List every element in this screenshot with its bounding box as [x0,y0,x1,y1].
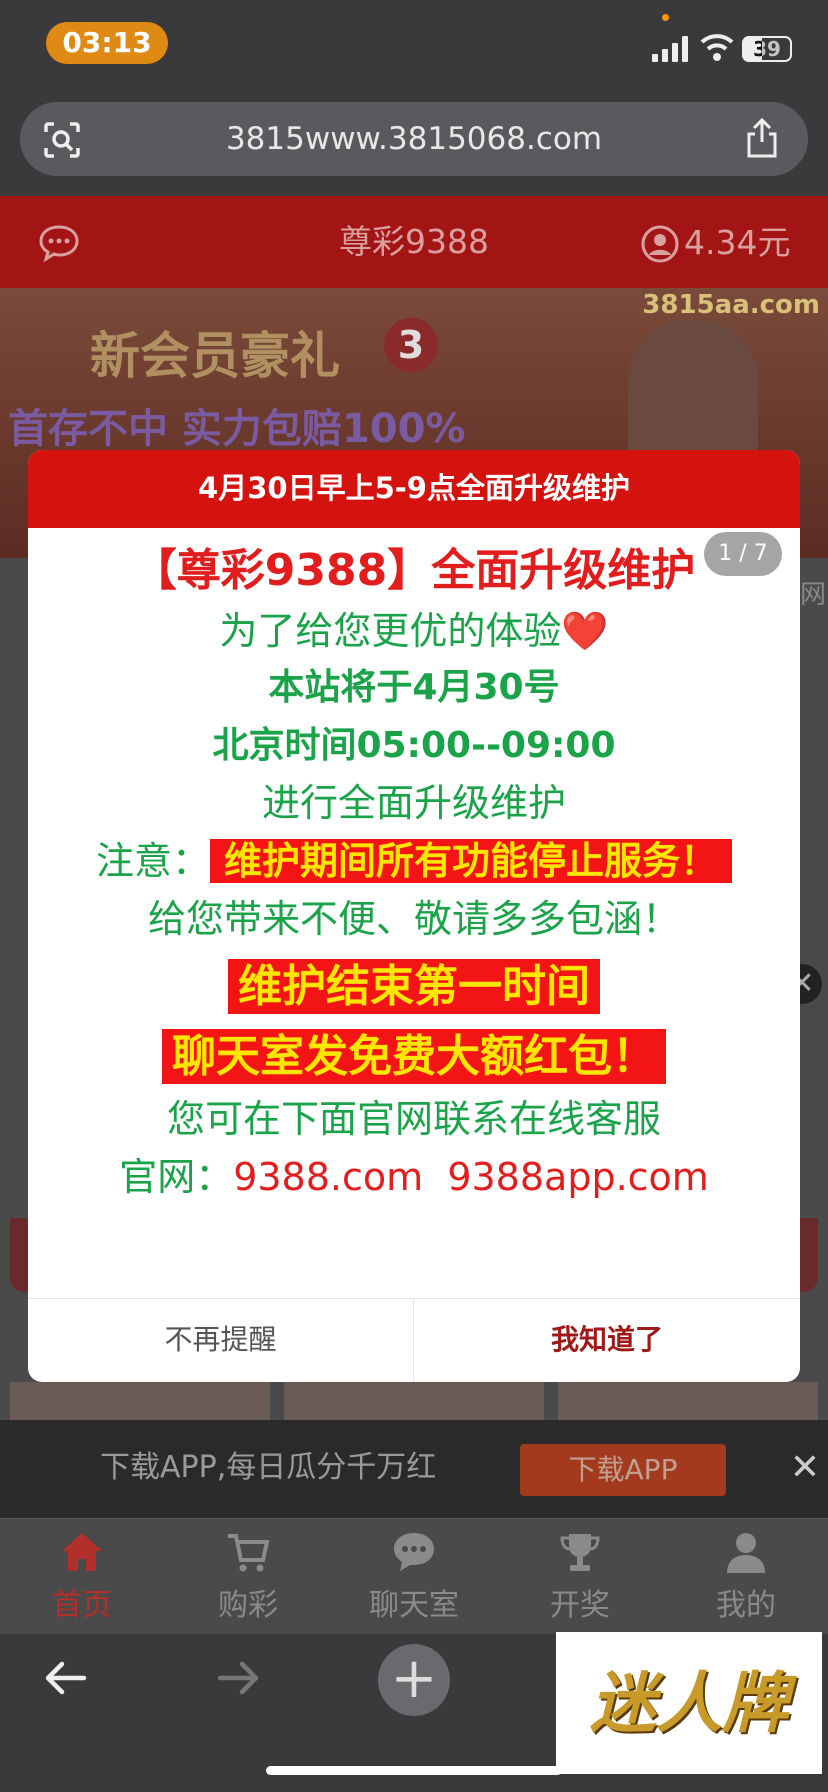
modal-line-experience: 为了给您更优的体验❤️ [219,609,609,653]
download-promo-text: 下载APP,每日瓜分千万红 [100,1450,437,1485]
chat-bubble-icon [394,1533,434,1571]
tab-label: 我的 [716,1588,776,1623]
modal-line-after: 维护结束第一时间 [28,950,800,1014]
after-highlight: 维护结束第一时间 [228,959,600,1014]
dont-remind-button[interactable]: 不再提醒 [28,1298,413,1382]
wifi-icon [700,34,734,61]
tab-home[interactable]: 首页 [12,1530,152,1630]
official-app-link[interactable]: 9388app.com [447,1155,708,1199]
modal-line-redpacket: 聊天室发免费大额红包！ [28,1020,800,1084]
modal-line-date: 本站将于4月30号 [268,667,560,708]
tab-label: 聊天室 [369,1588,459,1623]
modal-title: 【尊彩9388】全面升级维护 [132,545,696,596]
banner-model-image [628,320,758,470]
status-time: 03:13 [46,22,168,64]
banner-subline: 首存不中 实力包赔100% [8,406,466,452]
forward-arrow-icon[interactable] [214,1656,264,1700]
redpacket-highlight: 聊天室发免费大额红包！ [162,1029,666,1084]
home-indicator [266,1766,562,1775]
download-app-button[interactable]: 下载APP [520,1444,726,1496]
battery-level: 39 [753,37,781,61]
notice-highlight: 维护期间所有功能停止服务！ [210,839,733,883]
got-it-button[interactable]: 我知道了 [414,1298,800,1382]
modal-line-apology: 给您带来不便、敬请多多包涵！ [147,897,680,941]
modal-line-support: 您可在下面官网联系在线客服 [166,1097,661,1141]
modal-line-official-site: 官网：9388.com 9388app.com [28,1146,800,1202]
share-icon[interactable] [744,118,780,158]
recording-indicator-dot [662,14,669,21]
official-site-prefix: 官网： [119,1155,234,1199]
cart-icon [228,1534,270,1572]
tab-buy[interactable]: 购彩 [178,1530,318,1630]
banner-badge: 3 [384,318,438,372]
tab-mine[interactable]: 我的 [676,1530,816,1630]
modal-line-notice: 注意： 维护期间所有功能停止服务！ [28,830,800,886]
modal-header-title: 4月30日早上5-9点全面升级维护 [198,471,630,505]
tab-label: 购彩 [218,1588,278,1623]
cellular-signal-icon [652,36,688,62]
trophy-icon [560,1534,600,1571]
official-site-link[interactable]: 9388.com [233,1155,423,1199]
tab-results[interactable]: 开奖 [510,1530,650,1630]
banner-domain: 3815aa.com [642,290,820,320]
url-text[interactable]: 3815www.3815068.com [140,122,688,156]
home-icon [62,1533,102,1571]
balance-amount[interactable]: 4.34元 [684,220,814,266]
watermark-logo-text: 迷人牌 [590,1664,788,1742]
tab-label: 首页 [52,1588,112,1623]
back-arrow-icon[interactable] [40,1656,90,1700]
message-icon[interactable] [38,224,80,262]
notice-prefix: 注意： [95,839,210,883]
modal-line-upgrade: 进行全面升级维护 [261,781,566,825]
page-scan-icon[interactable] [42,120,82,160]
new-tab-button[interactable]: + [378,1644,450,1716]
account-balance-icon[interactable] [640,224,680,264]
tab-label: 开奖 [550,1588,610,1623]
battery-icon: 39 [742,36,792,62]
partial-nav-text: 网 [800,580,827,610]
page-indicator: 1 / 7 [704,532,782,576]
tab-chatroom[interactable]: 聊天室 [344,1530,484,1630]
site-title: 尊彩9388 [339,222,489,261]
modal-line-time: 北京时间05:00--09:00 [212,725,616,766]
person-icon [727,1533,765,1573]
